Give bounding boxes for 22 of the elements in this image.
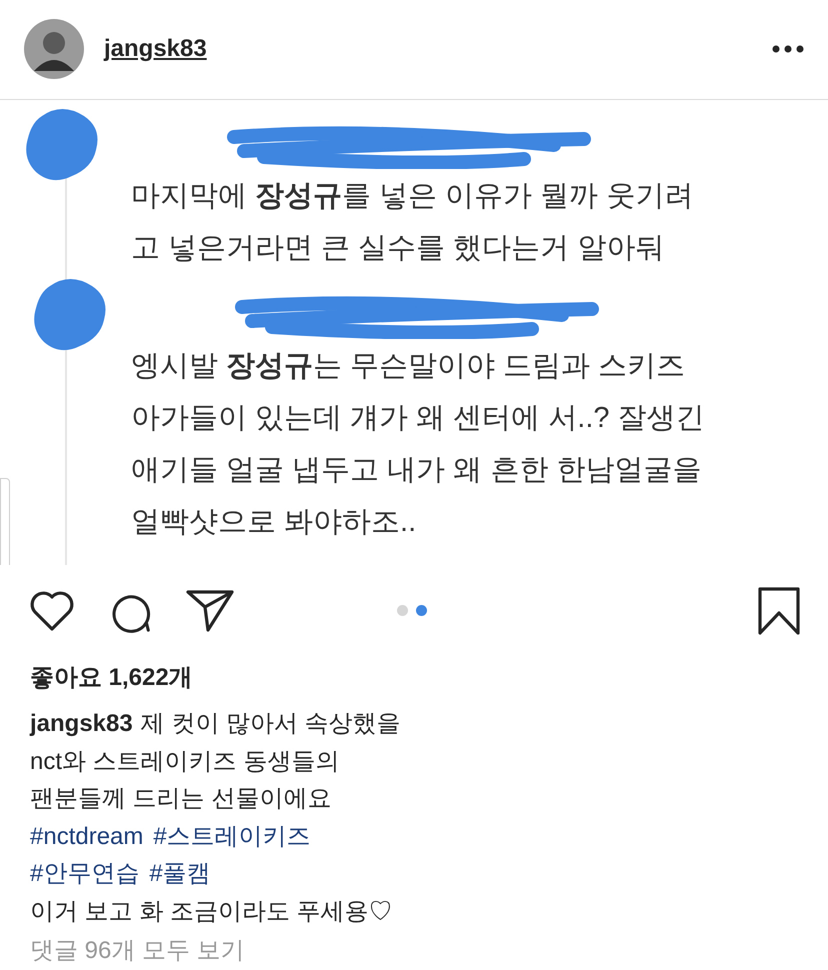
comment-text-line: 마지막에 장성규를 넣은 이유가 뭘까 웃기려 [131,178,694,214]
heart-icon[interactable] [28,589,76,634]
avatar-icon[interactable] [24,19,84,80]
caption-text: 팬분들께 드리는 선물이에요 [30,784,332,814]
comment-text-line: 아가들이 있는데 걔가 왜 센터에 서..? 잘생긴 [131,400,706,436]
hashtag-link[interactable]: #안무연습 [30,855,140,892]
caption-text: 제 컷이 많아서 속상했을 [140,709,401,739]
caption-text: nct와 스트레이키즈 동생들의 [30,746,340,776]
username-link[interactable]: jangsk83 [104,31,207,68]
caption-text: 이거 보고 화 조금이라도 푸세용♡ [30,896,394,926]
likes-count[interactable]: 좋아요 1,622개 [30,659,798,697]
comment-text-line: 고 넣은거라면 큰 실수를 했다는거 알아둬 [131,230,666,266]
comment-text-line: 애기들 얼굴 냅두고 내가 왜 흔한 한남얼굴을 [131,452,702,488]
hashtag-link[interactable]: #풀캠 [149,855,211,892]
hashtag-link[interactable]: #스트레이키즈 [153,818,311,855]
hashtag-link[interactable]: #nctdream [30,818,144,855]
caption-username[interactable]: jangsk83 [30,705,133,742]
more-options-icon[interactable] [772,45,804,54]
send-icon[interactable] [186,588,234,634]
comment-text-line: 얼빡샷으로 봐야하조.. [131,504,418,540]
bookmark-icon[interactable] [758,587,800,636]
comment-text-line: 엥시발 장성규는 무슨말이야 드림과 스키즈 [131,348,686,384]
